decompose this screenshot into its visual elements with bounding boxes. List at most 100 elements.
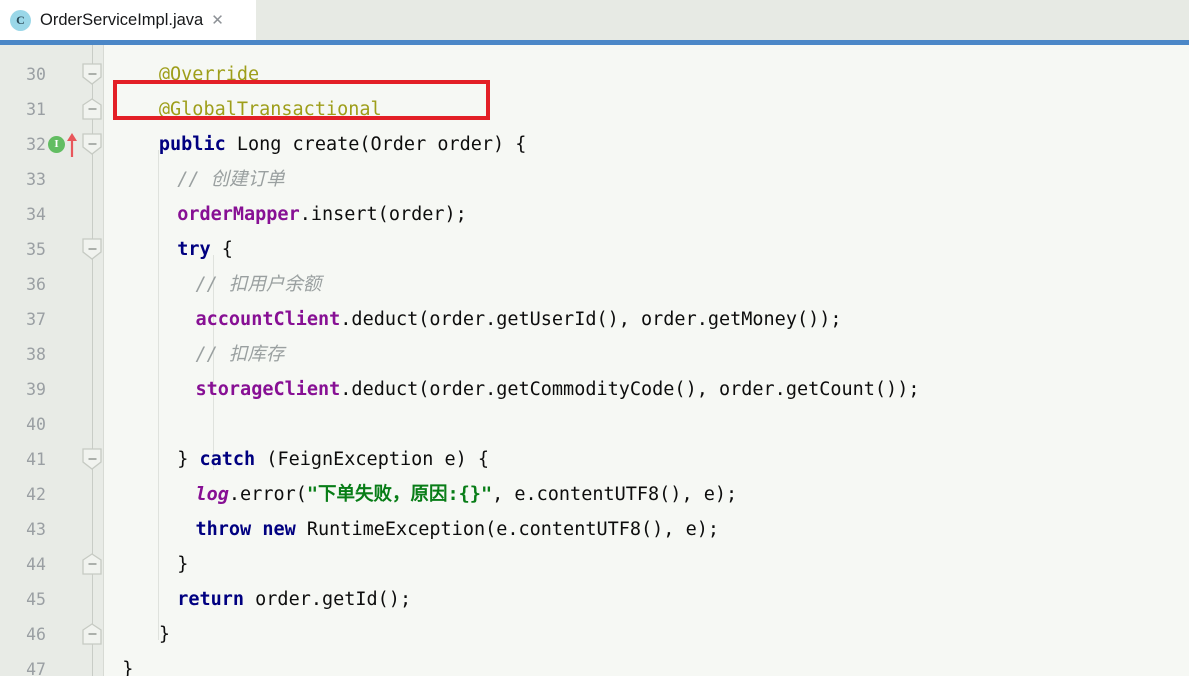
fold-marker-down[interactable]: [82, 63, 103, 85]
line-number: 38: [26, 345, 46, 364]
line-number: 34: [26, 205, 46, 224]
implements-badge-icon[interactable]: I: [48, 136, 65, 153]
code-line-text[interactable]: }: [122, 652, 133, 676]
line-number: 43: [26, 520, 46, 539]
line-number: 39: [26, 380, 46, 399]
code-token-fld: accountClient: [195, 309, 341, 330]
code-token-pl: {: [210, 239, 233, 260]
editor-window: C OrderServiceImpl.java ✕ 30 @Override 31 @…: [0, 0, 1189, 676]
code-token-fld: storageClient: [195, 379, 341, 400]
code-editor-area[interactable]: 30 @Override 31 @GlobalTransactional 32 publi…: [0, 45, 1189, 676]
line-number: 46: [26, 625, 46, 644]
code-line-text[interactable]: }: [159, 617, 170, 652]
java-class-icon: C: [10, 9, 31, 31]
code-token-str: "下单失败，原因:{}": [306, 484, 493, 505]
code-token-sfld: log: [195, 484, 229, 505]
code-token-kw: catch: [199, 449, 256, 470]
code-line[interactable]: 30 @Override: [0, 57, 1189, 92]
code-token-kw: return: [177, 589, 245, 610]
code-line[interactable]: 33 // 创建订单: [0, 162, 1189, 197]
code-line-text[interactable]: // 扣用户余额: [196, 267, 322, 302]
code-line[interactable]: 31 @GlobalTransactional: [0, 92, 1189, 127]
code-token-pl: Long create(Order order) {: [225, 134, 527, 155]
code-line[interactable]: 36 // 扣用户余额: [0, 267, 1189, 302]
code-line-text[interactable]: accountClient.deduct(order.getUserId(), …: [196, 302, 842, 337]
fold-marker-down[interactable]: [82, 448, 103, 470]
fold-marker-down[interactable]: [82, 238, 103, 260]
code-line-text[interactable]: // 创建订单: [177, 162, 284, 197]
code-line-text[interactable]: // 扣库存: [196, 337, 285, 372]
code-token-kw: public: [158, 134, 226, 155]
line-number: 41: [26, 450, 46, 469]
line-number: 37: [26, 310, 46, 329]
line-number: 35: [26, 240, 46, 259]
code-token-kw: throw new: [195, 519, 296, 540]
code-line[interactable]: 45 return order.getId();: [0, 582, 1189, 617]
line-number: 44: [26, 555, 46, 574]
code-line[interactable]: 38 // 扣库存: [0, 337, 1189, 372]
line-number: 33: [26, 170, 46, 189]
up-arrow-icon[interactable]: [66, 132, 78, 158]
code-line-text[interactable]: return order.getId();: [177, 582, 411, 617]
code-token-pl: }: [177, 449, 200, 470]
code-token-pl: RuntimeException(e.contentUTF8(), e);: [295, 519, 719, 540]
line-number: 40: [26, 415, 46, 434]
code-line-text[interactable]: @GlobalTransactional: [159, 92, 382, 127]
code-token-anno: @GlobalTransactional: [158, 99, 382, 120]
code-token-pl: (FeignException e) {: [255, 449, 490, 470]
editor-tab-title: OrderServiceImpl.java: [40, 10, 204, 29]
code-line[interactable]: 47}: [0, 652, 1189, 676]
code-line[interactable]: 35 try {: [0, 232, 1189, 267]
line-number: 31: [26, 100, 46, 119]
code-line-text[interactable]: try {: [177, 232, 233, 267]
code-token-cmt: // 扣库存: [195, 344, 285, 365]
fold-marker-up[interactable]: [82, 553, 103, 575]
code-token-cmt: // 扣用户余额: [195, 274, 322, 295]
code-token-pl: .error(: [228, 484, 307, 505]
fold-marker-up[interactable]: [82, 623, 103, 645]
code-line[interactable]: 42 log.error("下单失败，原因:{}", e.contentUTF8(…: [0, 477, 1189, 512]
code-line[interactable]: 40: [0, 407, 1189, 442]
editor-tab-orderserviceimpl[interactable]: C OrderServiceImpl.java ✕: [0, 0, 256, 40]
code-token-pl: .insert(order);: [299, 204, 467, 225]
code-line-text[interactable]: orderMapper.insert(order);: [177, 197, 467, 232]
code-line-text[interactable]: } catch (FeignException e) {: [177, 442, 489, 477]
line-number: 45: [26, 590, 46, 609]
close-icon[interactable]: ✕: [211, 12, 224, 28]
line-number: 32: [26, 135, 46, 154]
code-token-pl: }: [158, 624, 171, 645]
code-line[interactable]: 41} catch (FeignException e) {: [0, 442, 1189, 477]
code-line[interactable]: 39 storageClient.deduct(order.getCommodit…: [0, 372, 1189, 407]
java-class-icon-letter: C: [16, 12, 25, 27]
line-number: 30: [26, 65, 46, 84]
code-token-pl: }: [177, 554, 189, 575]
fold-marker-down[interactable]: [82, 133, 103, 155]
code-line-text[interactable]: throw new RuntimeException(e.contentUTF8…: [196, 512, 720, 547]
code-line-text[interactable]: log.error("下单失败，原因:{}", e.contentUTF8(),…: [196, 477, 738, 512]
line-number: 42: [26, 485, 46, 504]
code-line-text[interactable]: @Override: [159, 57, 259, 92]
editor-tab-bar: C OrderServiceImpl.java ✕: [0, 0, 1189, 40]
code-token-pl: }: [122, 659, 134, 676]
code-token-fld: orderMapper: [177, 204, 300, 225]
code-token-pl: .deduct(order.getCommodityCode(), order.…: [340, 379, 920, 400]
code-line-text[interactable]: }: [177, 547, 188, 582]
code-token-cmt: // 创建订单: [177, 169, 285, 190]
code-token-pl: order.getId();: [244, 589, 412, 610]
line-number: 47: [26, 660, 46, 676]
code-line-text[interactable]: public Long create(Order order) {: [159, 127, 527, 162]
code-line[interactable]: 37 accountClient.deduct(order.getUserId()…: [0, 302, 1189, 337]
code-token-pl: .deduct(order.getUserId(), order.getMone…: [340, 309, 842, 330]
code-line[interactable]: 46}: [0, 617, 1189, 652]
fold-marker-up[interactable]: [82, 98, 103, 120]
code-token-anno: @Override: [158, 64, 260, 85]
code-line[interactable]: 34 orderMapper.insert(order);: [0, 197, 1189, 232]
code-token-pl: , e.contentUTF8(), e);: [492, 484, 738, 505]
code-line[interactable]: 32 public Long create(Order order) {: [0, 127, 1189, 162]
code-line-text[interactable]: storageClient.deduct(order.getCommodityC…: [196, 372, 920, 407]
code-line[interactable]: 44}: [0, 547, 1189, 582]
implements-method-gutter-icon[interactable]: I: [48, 127, 80, 162]
line-number: 36: [26, 275, 46, 294]
code-token-kw: try: [177, 239, 211, 260]
code-line[interactable]: 43 throw new RuntimeException(e.contentUT…: [0, 512, 1189, 547]
